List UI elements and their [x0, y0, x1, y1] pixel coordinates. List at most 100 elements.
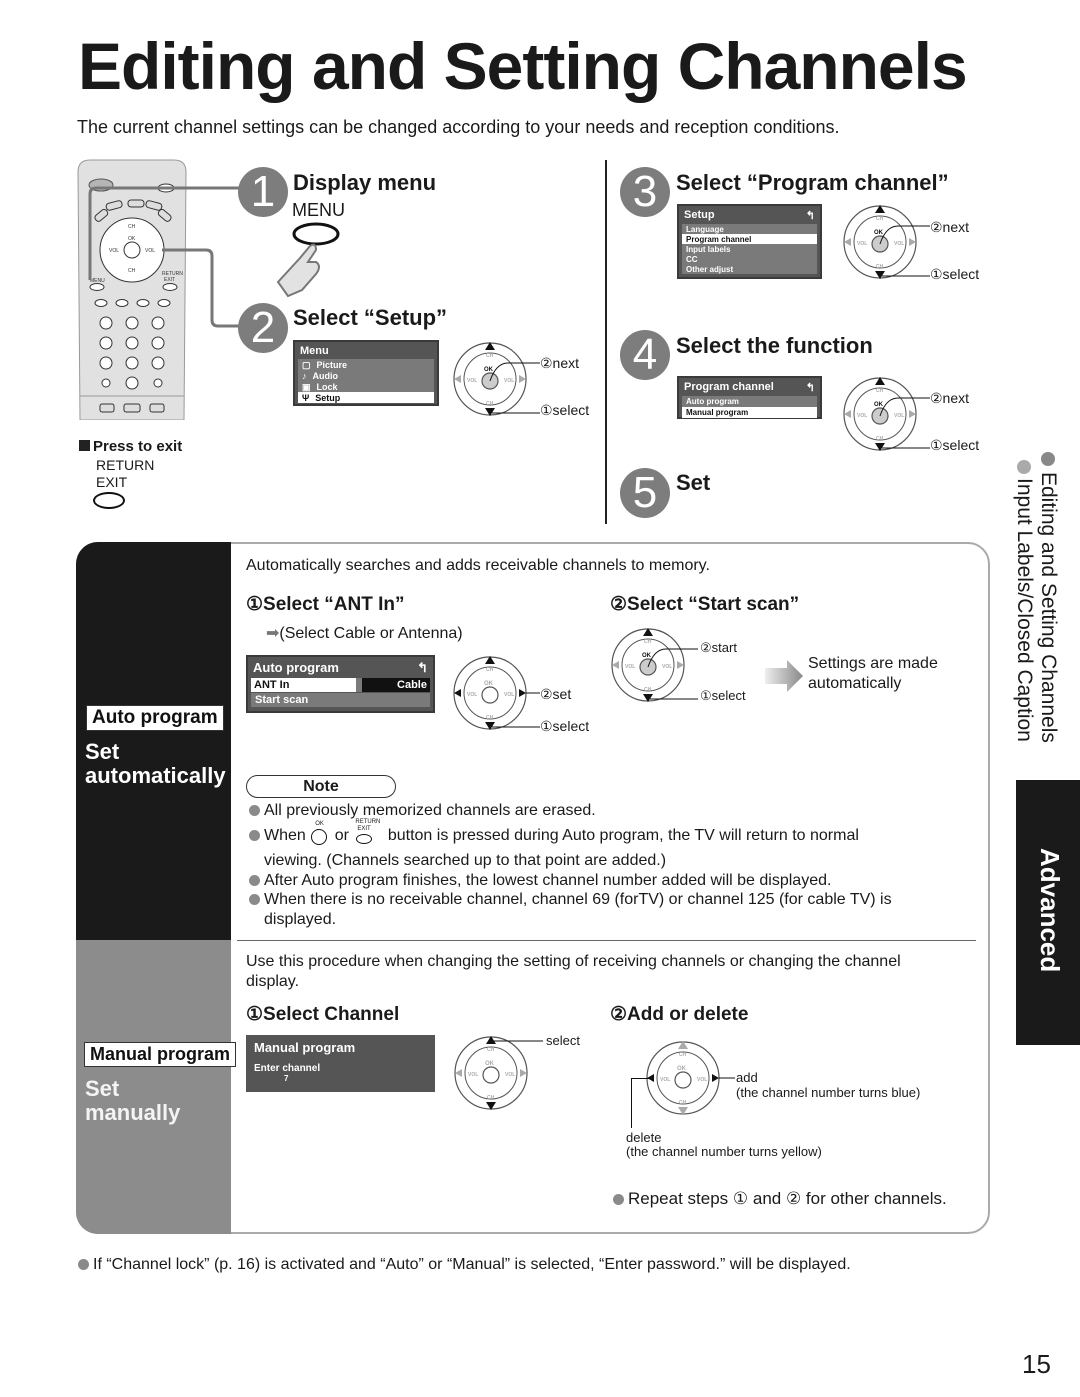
vol-right-label: VOL — [894, 241, 904, 247]
osd-channel-value[interactable]: 7 — [284, 1074, 427, 1083]
setup-icon: Ψ — [302, 393, 310, 403]
vol-right-label: VOL — [697, 1077, 707, 1083]
vol-left-label: VOL — [857, 241, 867, 247]
manual-delete: delete — [626, 1130, 662, 1145]
vol-right-label: VOL — [662, 664, 672, 670]
osd-setup-title: Setup — [684, 209, 715, 221]
hand-press-icon — [276, 222, 340, 298]
section-divider — [237, 940, 976, 941]
ok-label: OK — [642, 653, 652, 659]
step-4-next: ②next — [930, 390, 970, 406]
dpad-icon: OK CH CH VOL VOL — [843, 377, 930, 451]
ch-up-label: CH — [876, 388, 884, 394]
ok-button-icon: OK — [310, 821, 330, 845]
manual-intro-line2: display. — [246, 973, 300, 990]
dpad-step3[interactable]: OK CH CH VOL VOL — [842, 204, 932, 289]
arrow-right-icon — [765, 660, 803, 692]
osd-setup-item-program-channel[interactable]: Program channel — [682, 234, 817, 244]
osd-ant-in-value[interactable]: Cable — [362, 678, 430, 692]
auto-step1-title: ①Select “ANT In” — [246, 594, 405, 615]
step-3-number: 3 — [620, 167, 670, 217]
step-3-select: ①select — [930, 266, 980, 282]
arrow-right-icon: ➡ — [266, 625, 280, 642]
dpad-manual-step1[interactable]: OK CH CH VOL VOL — [453, 1035, 543, 1120]
step-3-next: ②next — [930, 219, 970, 235]
osd-setup-menu: Setup ↰ Language Program channel Input la… — [677, 204, 822, 279]
column-divider — [605, 160, 607, 524]
exit-button-icon — [93, 492, 125, 509]
osd-menu-item-setup[interactable]: Ψ Setup — [298, 392, 434, 403]
manual-program-tag: Manual program — [84, 1042, 237, 1067]
step-2-select: ①select — [540, 402, 590, 418]
exit-note: Press to exit RETURN EXIT — [79, 438, 182, 509]
osd-ant-in-label: ANT In — [251, 678, 356, 692]
dpad-auto-step2[interactable]: OK CH CH VOL VOL — [610, 627, 700, 712]
ok-button[interactable] — [674, 1071, 692, 1089]
exit-note-exit: EXIT — [96, 474, 128, 490]
ch-down-label: CH — [644, 687, 652, 693]
side-index-item-2[interactable]: Input Labels/Closed Caption — [1012, 460, 1036, 742]
ok-label: OK — [874, 402, 884, 408]
bullet-icon — [1041, 452, 1055, 466]
ch-up-label: CH — [876, 216, 884, 222]
dpad-icon: OK CH CH VOL VOL — [611, 628, 698, 702]
note-item-3: After Auto program finishes, the lowest … — [249, 872, 831, 890]
osd-manual-program-title: Manual program — [254, 1040, 356, 1055]
back-icon[interactable]: ↰ — [806, 381, 815, 394]
manual-side-text-2: manually — [85, 1100, 181, 1125]
osd-auto-program-title: Auto program — [253, 660, 339, 675]
osd-menu-title: Menu — [300, 345, 329, 357]
vol-right-label: VOL — [504, 378, 514, 384]
step-4-title: Select the function — [676, 333, 873, 358]
step-1-title: Display menu — [293, 170, 437, 195]
osd-enter-channel-label: Enter channel — [254, 1063, 321, 1074]
osd-item-auto-program[interactable]: Auto program — [682, 396, 817, 407]
osd-menu: Menu ▢ Picture ♪ Audio ▣ Lock Ψ Setup — [293, 340, 439, 406]
ok-button[interactable] — [481, 686, 499, 704]
osd-auto-program: Auto program ↰ ANT In Cable Start scan — [246, 655, 435, 713]
page-subtitle: The current channel settings can be chan… — [77, 117, 840, 137]
advanced-tab-label: Advanced — [1035, 848, 1065, 973]
manual-step1-select: select — [546, 1033, 580, 1048]
footer-note: If “Channel lock” (p. 16) is activated a… — [78, 1256, 851, 1274]
dpad-manual-step2[interactable]: OK CH CH VOL VOL — [645, 1040, 735, 1125]
osd-setup-item-cc[interactable]: CC — [682, 254, 817, 264]
auto-side-text-2: automatically — [85, 763, 226, 788]
osd-menu-item-audio[interactable]: ♪ Audio — [298, 370, 434, 381]
auto-result-line1: Settings are made — [808, 655, 938, 672]
dpad-auto-step1[interactable]: OK CH CH VOL VOL — [452, 655, 542, 740]
ch-down-label: CH — [486, 401, 494, 407]
osd-start-scan-row[interactable]: Start scan — [251, 693, 430, 707]
dpad-step2[interactable]: OK CH CH VOL VOL — [452, 341, 542, 426]
osd-ant-in-row[interactable]: ANT In Cable — [251, 678, 430, 692]
side-index-item-1[interactable]: Editing and Setting Channels — [1036, 452, 1060, 743]
osd-program-channel-title: Program channel — [684, 381, 774, 393]
ok-button[interactable] — [482, 1066, 500, 1084]
osd-menu-item-lock[interactable]: ▣ Lock — [298, 381, 434, 392]
square-bullet-icon — [79, 440, 90, 451]
step-5-title: Set — [676, 470, 711, 495]
osd-menu-item-picture[interactable]: ▢ Picture — [298, 359, 434, 370]
back-icon[interactable]: ↰ — [417, 660, 428, 676]
picture-icon: ▢ — [302, 360, 311, 370]
side-index: Editing and Setting Channels Input Label… — [1010, 452, 1060, 772]
osd-setup-item-other-adjust[interactable]: Other adjust — [682, 264, 817, 274]
note-item-1: All previously memorized channels are er… — [249, 802, 596, 820]
dpad-step4[interactable]: OK CH CH VOL VOL — [842, 376, 932, 461]
step-4-number: 4 — [620, 330, 670, 380]
menu-button-label: MENU — [292, 200, 345, 220]
ch-up-label: CH — [644, 639, 652, 645]
osd-item-manual-program[interactable]: Manual program — [682, 407, 817, 418]
dpad-icon: OK CH CH VOL VOL — [453, 342, 540, 416]
osd-manual-program: Manual program Enter channel 7 — [246, 1035, 435, 1092]
dpad-icon: OK CH CH VOL VOL — [843, 205, 930, 279]
back-icon[interactable]: ↰ — [806, 209, 815, 222]
return-exit-button-icon: RETURN EXIT — [353, 819, 383, 844]
ch-up-label: CH — [487, 1047, 495, 1053]
advanced-tab[interactable]: Advanced — [1016, 780, 1080, 1045]
osd-setup-item-language[interactable]: Language — [682, 224, 817, 234]
osd-setup-item-input-labels[interactable]: Input labels — [682, 244, 817, 254]
manual-delete-note: (the channel number turns yellow) — [626, 1144, 822, 1159]
page-number: 15 — [1022, 1349, 1051, 1379]
vol-right-label: VOL — [894, 413, 904, 419]
